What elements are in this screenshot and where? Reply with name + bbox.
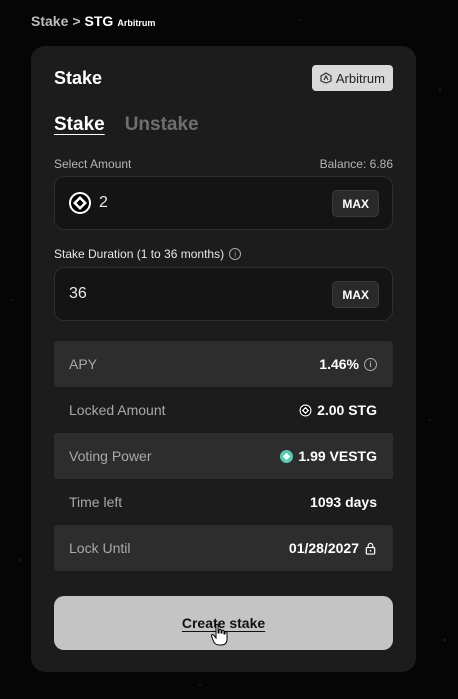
vestg-token-icon [280, 449, 294, 463]
amount-max-button[interactable]: MAX [332, 190, 379, 217]
amount-input-box[interactable]: 2 MAX [54, 176, 393, 230]
duration-label-row: Stake Duration (1 to 36 months) i [54, 247, 242, 261]
locked-amount-value: 2.00 STG [317, 402, 377, 418]
info-icon[interactable]: i [229, 248, 242, 260]
amount-label: Select Amount [54, 157, 132, 171]
lock-until-value-group: 01/28/2027 [289, 540, 377, 556]
time-left-label: Time left [69, 494, 123, 510]
duration-max-button[interactable]: MAX [332, 281, 379, 308]
lock-until-label: Lock Until [69, 540, 131, 556]
tab-stake[interactable]: Stake [54, 114, 105, 136]
tab-unstake[interactable]: Unstake [125, 114, 199, 136]
voting-power-value: 1.99 VESTG [298, 448, 377, 464]
lock-until-value: 01/28/2027 [288, 540, 359, 556]
voting-power-row: Voting Power 1.99 VESTG [54, 433, 393, 479]
hand-cursor-icon [210, 623, 228, 646]
amount-label-row: Select Amount Balance: 6.86 [54, 157, 393, 171]
duration-input-box[interactable]: 36 MAX [54, 267, 393, 321]
breadcrumb-token: STG [84, 13, 114, 29]
stg-token-icon [69, 192, 91, 214]
breadcrumb: Stake > STG Arbitrum [31, 13, 155, 29]
network-badge-label: Arbitrum [335, 70, 385, 86]
apy-info-icon[interactable]: i [364, 357, 377, 371]
breadcrumb-network: Arbitrum [117, 18, 156, 28]
stake-card: Stake Arbitrum Stake Unstake Select Amou… [31, 46, 416, 672]
balance-text: Balance: 6.86 [319, 157, 393, 171]
breadcrumb-separator: > [72, 13, 81, 29]
stg-token-icon [299, 404, 312, 416]
apy-value-group: 1.46% i [319, 356, 377, 372]
apy-row: APY 1.46% i [54, 341, 393, 387]
card-title: Stake [54, 68, 103, 88]
voting-power-label: Voting Power [69, 448, 152, 464]
voting-power-value-group: 1.99 VESTG [280, 448, 377, 464]
apy-value: 1.46% [319, 356, 359, 372]
duration-input[interactable]: 36 [69, 268, 87, 320]
time-left-value: 1093 days [310, 494, 377, 510]
stake-tabs: Stake Unstake [54, 114, 199, 136]
stake-info-table: APY 1.46% i Locked Amount 2.00 STG Votin… [54, 341, 393, 571]
locked-amount-row: Locked Amount 2.00 STG [54, 387, 393, 433]
apy-label: APY [69, 356, 98, 372]
locked-amount-value-group: 2.00 STG [299, 402, 377, 418]
locked-amount-label: Locked Amount [69, 402, 166, 418]
arbitrum-icon [320, 72, 332, 84]
lock-icon [365, 542, 376, 555]
duration-label: Stake Duration (1 to 36 months) [54, 247, 225, 261]
lock-until-row: Lock Until 01/28/2027 [54, 525, 393, 571]
breadcrumb-stake-link[interactable]: Stake [31, 13, 68, 29]
time-left-row: Time left 1093 days [54, 479, 393, 525]
network-badge[interactable]: Arbitrum [311, 65, 393, 91]
amount-input[interactable]: 2 [99, 177, 108, 229]
